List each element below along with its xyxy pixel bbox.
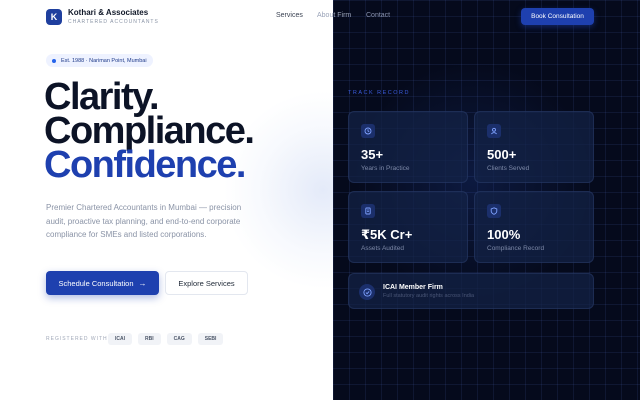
stat-label: Assets Audited: [361, 245, 404, 252]
established-badge: Est. 1988 · Nariman Point, Mumbai: [46, 54, 153, 67]
schedule-consultation-button[interactable]: Schedule Consultation →: [46, 271, 159, 295]
user-icon: [487, 124, 501, 138]
headline-line-2: Compliance.: [44, 110, 255, 152]
stat-label: Clients Served: [487, 165, 530, 172]
main-nav: Services About Firm Contact: [276, 12, 390, 19]
stat-card-compliance: 100% Compliance Record: [474, 191, 594, 263]
member-title: ICAI Member Firm: [383, 284, 443, 291]
badge-text: Est. 1988 · Nariman Point, Mumbai: [61, 57, 147, 64]
clock-icon: [361, 124, 375, 138]
stat-label: Years in Practice: [361, 165, 410, 172]
brand-tagline: CHARTERED ACCOUNTANTS: [68, 19, 159, 25]
member-subtitle: Full statutory audit rights across India: [383, 293, 475, 299]
track-record-title: TRACK RECORD: [348, 90, 411, 96]
stat-card-assets: ₹5K Cr+ Assets Audited: [348, 191, 468, 263]
nav-link-contact[interactable]: Contact: [366, 12, 390, 19]
arrow-right-icon: →: [138, 278, 147, 288]
brand-text: Kothari & Associates CHARTERED ACCOUNTAN…: [68, 8, 159, 26]
badge-dot-icon: [52, 58, 56, 63]
stat-card-clients: 500+ Clients Served: [474, 111, 594, 183]
registration-tag: ICAI: [108, 333, 132, 345]
stat-value: 500+: [487, 147, 517, 162]
explore-services-button[interactable]: Explore Services: [165, 271, 248, 295]
registration-tags: ICAI RBI CAG SEBI: [108, 333, 224, 345]
nav-link-about[interactable]: About Firm: [317, 12, 351, 19]
shield-icon: [487, 204, 501, 218]
document-icon: [361, 204, 375, 218]
hero-headline: Clarity. Compliance. Confidence.: [44, 76, 255, 186]
headline-line-3: Confidence.: [44, 144, 246, 186]
shield-check-icon: [359, 284, 375, 300]
hero-description: Premier Chartered Accountants in Mumbai …: [46, 203, 242, 239]
brand-name: Kothari & Associates: [68, 8, 149, 17]
registration-tag: CAG: [166, 333, 192, 345]
icai-member-card: ICAI Member Firm Full statutory audit ri…: [348, 273, 594, 309]
brand[interactable]: K Kothari & Associates CHARTERED ACCOUNT…: [46, 8, 159, 26]
nav-link-services[interactable]: Services: [276, 12, 303, 19]
schedule-consultation-label: Schedule Consultation: [58, 278, 134, 288]
stat-value: 100%: [487, 227, 521, 242]
logo-icon: K: [46, 9, 62, 25]
book-consultation-button[interactable]: Book Consultation: [521, 8, 594, 25]
stat-label: Compliance Record: [487, 245, 545, 252]
registration-tag: SEBI: [197, 333, 224, 345]
stat-value: ₹5K Cr+: [361, 227, 413, 242]
stat-value: 35+: [361, 147, 384, 162]
registered-label: REGISTERED WITH: [46, 336, 108, 342]
registration-tag: RBI: [138, 333, 161, 345]
headline-line-1: Clarity.: [44, 76, 160, 118]
stat-card-years: 35+ Years in Practice: [348, 111, 468, 183]
